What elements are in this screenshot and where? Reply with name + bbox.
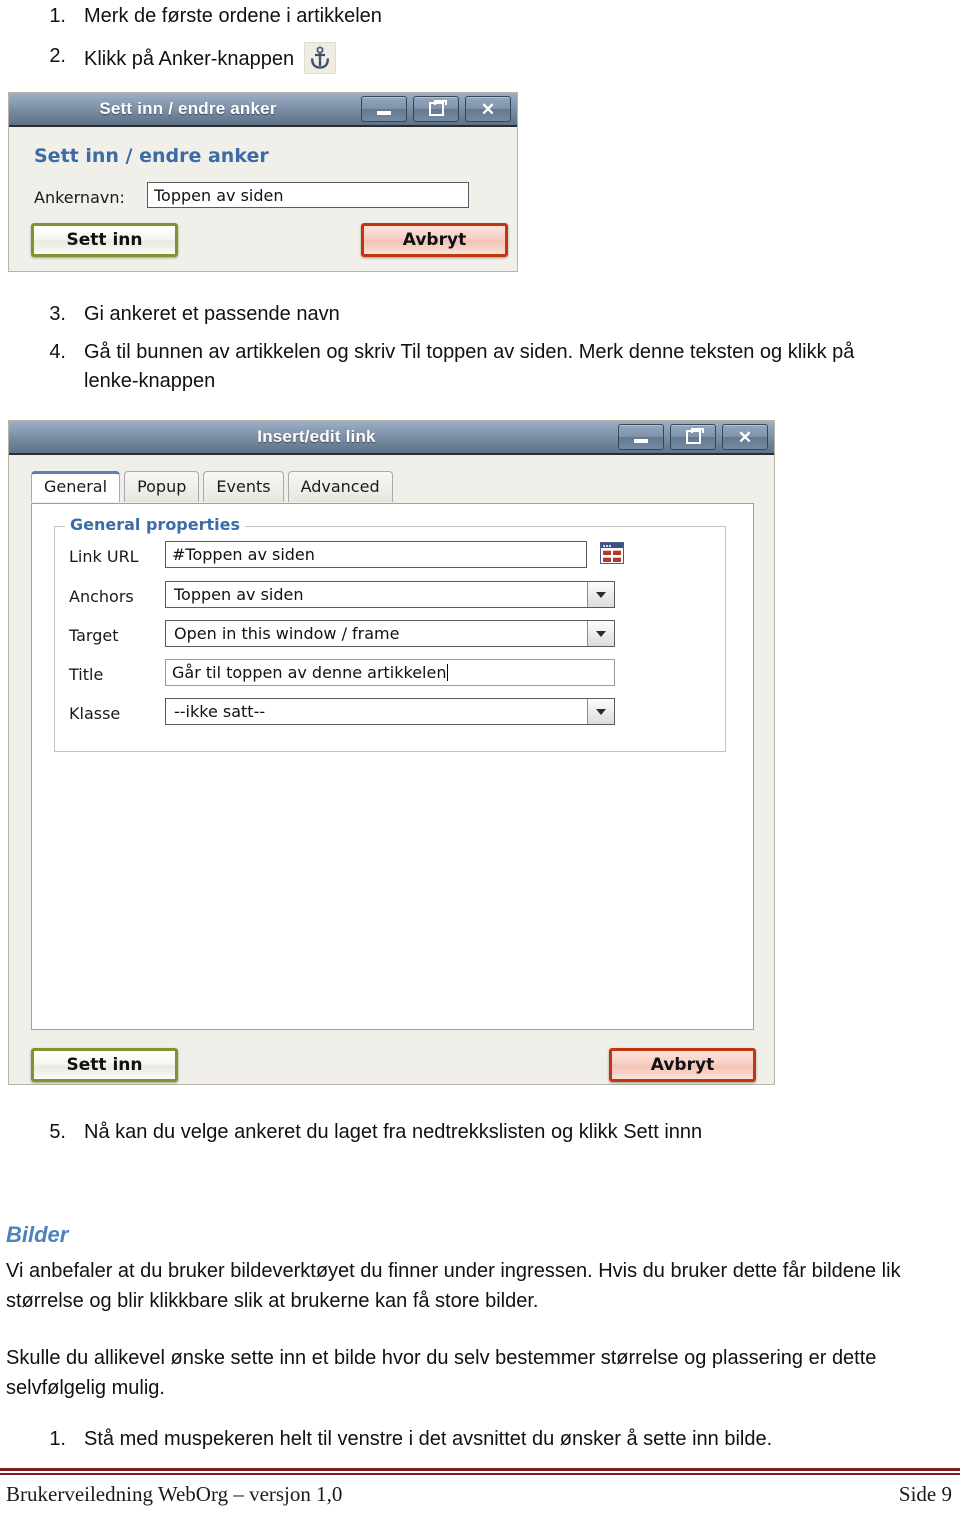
steps-mid-list: 3. Gi ankeret et passende navn 4. Gå til… — [32, 300, 912, 395]
anchors-value: Toppen av siden — [174, 585, 304, 604]
chevron-down-icon[interactable] — [587, 582, 614, 607]
cancel-button[interactable]: Avbryt — [361, 223, 508, 257]
list-item: 4. Gå til bunnen av artikkelen og skriv … — [32, 338, 912, 395]
tab-events[interactable]: Events — [203, 471, 284, 502]
list-item-number: 4. — [49, 341, 66, 364]
title-label: Title — [69, 665, 104, 684]
anchors-select[interactable]: Toppen av siden — [165, 581, 615, 608]
ankernavn-input-value: Toppen av siden — [154, 185, 284, 205]
link-dialog-tabs: General Popup Events Advanced — [31, 471, 393, 502]
klasse-label: Klasse — [69, 704, 121, 723]
link-dialog-body: General Popup Events Advanced General pr… — [9, 455, 774, 1084]
anchor-icon[interactable] — [304, 42, 337, 75]
steps-after-list: 5. Nå kan du velge ankeret du laget fra … — [32, 1118, 932, 1146]
tab-general[interactable]: General — [31, 471, 121, 502]
footer-left-text: Brukerveiledning WebOrg – versjon 1,0 — [6, 1482, 343, 1506]
general-properties-fieldset: General properties Link URL #Toppen av s… — [54, 515, 726, 752]
minimize-icon[interactable] — [361, 96, 407, 122]
list-item: 3. Gi ankeret et passende navn — [32, 300, 912, 328]
tab-advanced[interactable]: Advanced — [287, 471, 393, 502]
general-properties-legend: General properties — [65, 515, 246, 534]
list-item-number: 1. — [49, 1428, 66, 1450]
minimize-icon[interactable] — [618, 424, 664, 450]
link-dialog: Insert/edit link ✕ General Popup Events … — [8, 420, 775, 1085]
link-dialog-tab-panel: General properties Link URL #Toppen av s… — [31, 503, 754, 1030]
klasse-value: --ikke satt-- — [174, 702, 266, 721]
anchor-dialog-body: Sett inn / endre anker Ankernavn: Toppen… — [9, 127, 517, 271]
insert-button[interactable]: Sett inn — [31, 1048, 178, 1082]
target-value: Open in this window / frame — [174, 624, 400, 643]
bilder-paragraph-1: Vi anbefaler at du bruker bildeverktøyet… — [6, 1260, 901, 1313]
restore-icon[interactable] — [413, 96, 459, 122]
list-item-text: Nå kan du velge ankeret du laget fra ned… — [84, 1121, 703, 1143]
insert-button[interactable]: Sett inn — [31, 223, 178, 257]
list-item-number: 2. — [49, 45, 66, 68]
link-url-input[interactable]: #Toppen av siden — [165, 541, 587, 568]
ankernavn-input[interactable]: Toppen av siden — [147, 182, 469, 208]
anchor-dialog: Sett inn / endre anker ✕ Sett inn / endr… — [8, 92, 518, 272]
link-url-label: Link URL — [69, 547, 139, 566]
ankernavn-label: Ankernavn: — [34, 188, 125, 207]
list-item-text: Stå med muspekeren helt til venstre i de… — [84, 1428, 773, 1450]
anchor-dialog-heading: Sett inn / endre anker — [34, 145, 269, 167]
steps-top-list: 1. Merk de første ordene i artikkelen 2.… — [32, 2, 932, 75]
window-controls: ✕ — [361, 96, 511, 122]
list-item-text: Merk de første ordene i artikkelen — [84, 5, 382, 27]
window-controls: ✕ — [618, 424, 768, 450]
list-item-number: 5. — [49, 1121, 66, 1143]
bilder-paragraph-2: Skulle du allikevel ønske sette inn et b… — [6, 1346, 877, 1400]
list-item-text: Gi ankeret et passende navn — [84, 303, 340, 325]
list-item: 1. Merk de første ordene i artikkelen — [32, 2, 932, 30]
footer-page-number: Side 9 — [898, 1482, 952, 1506]
link-dialog-titlebar[interactable]: Insert/edit link ✕ — [9, 421, 774, 455]
chevron-down-icon[interactable] — [587, 621, 614, 646]
list-item-text: Klikk på Anker-knappen — [84, 48, 295, 71]
list-item-number: 3. — [49, 303, 66, 325]
list-item-text: Gå til bunnen av artikkelen og skriv Til… — [84, 341, 855, 392]
anchor-dialog-titlebar[interactable]: Sett inn / endre anker ✕ — [9, 93, 517, 127]
bilder-steps-list: 1. Stå med muspekeren helt til venstre i… — [32, 1425, 932, 1453]
page-title: Bilder — [6, 1222, 69, 1247]
close-icon[interactable]: ✕ — [722, 424, 768, 450]
list-item: 2. Klikk på Anker-knappen — [32, 42, 932, 75]
title-input[interactable]: Går til toppen av denne artikkelen — [165, 659, 615, 686]
list-item: 5. Nå kan du velge ankeret du laget fra … — [32, 1118, 932, 1146]
list-item: 1. Stå med muspekeren helt til venstre i… — [32, 1425, 932, 1453]
link-url-value: #Toppen av siden — [172, 545, 315, 564]
chevron-down-icon[interactable] — [587, 699, 614, 724]
target-select[interactable]: Open in this window / frame — [165, 620, 615, 647]
browse-files-icon[interactable] — [600, 542, 624, 564]
restore-icon[interactable] — [670, 424, 716, 450]
title-value: Går til toppen av denne artikkelen — [172, 663, 447, 682]
target-label: Target — [69, 626, 119, 645]
list-item-number: 1. — [49, 5, 66, 27]
klasse-select[interactable]: --ikke satt-- — [165, 698, 615, 725]
tab-popup[interactable]: Popup — [124, 471, 200, 502]
footer-divider — [0, 1468, 960, 1475]
close-icon[interactable]: ✕ — [465, 96, 511, 122]
bilder-section: Bilder Vi anbefaler at du bruker bildeve… — [6, 1222, 946, 1404]
anchors-label: Anchors — [69, 587, 134, 606]
cancel-button[interactable]: Avbryt — [609, 1048, 756, 1082]
